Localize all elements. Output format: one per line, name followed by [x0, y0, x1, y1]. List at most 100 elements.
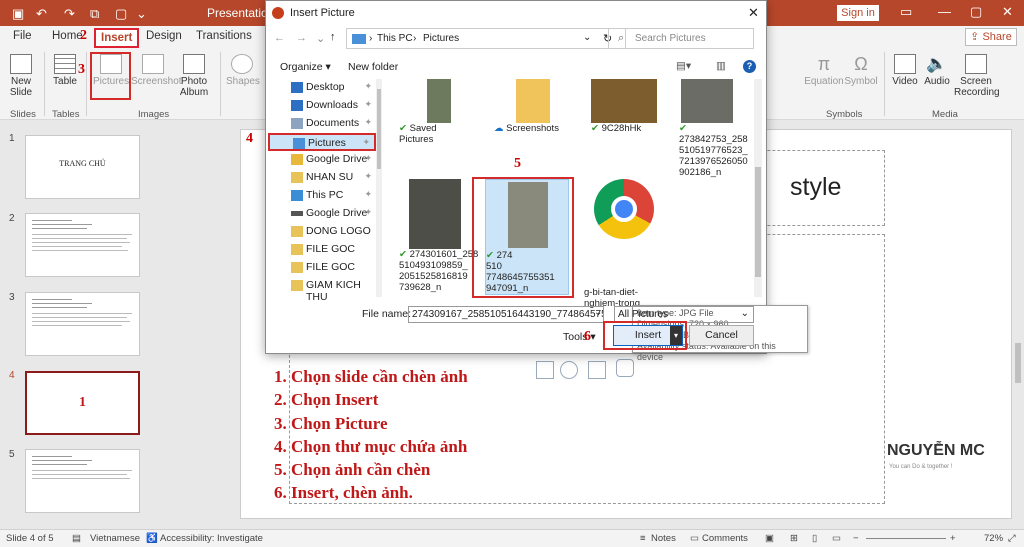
- insert-picture-icon[interactable]: [536, 361, 554, 379]
- slideshow-icon[interactable]: ▭: [832, 533, 841, 544]
- image-9c28hhk[interactable]: ✔ 9C28hHk: [591, 79, 671, 134]
- image-273842753[interactable]: ✔ 273842753_258 510519776523_ 7213976526…: [679, 79, 757, 178]
- shapes-button[interactable]: Shapes: [226, 54, 260, 87]
- nav-item-downloads[interactable]: Downloads ✦: [268, 97, 376, 115]
- dialog-close-icon[interactable]: ✕: [748, 5, 759, 21]
- nav-scroll-thumb[interactable]: [377, 89, 381, 169]
- up-icon[interactable]: ↑: [330, 31, 336, 43]
- new-folder-button[interactable]: New folder: [348, 61, 398, 73]
- insert-dropdown-icon[interactable]: ▾: [670, 326, 682, 345]
- nav-item-google-drive-2[interactable]: Google Drive ✦: [268, 205, 376, 223]
- pin-icon: ✦: [364, 153, 372, 163]
- share-button[interactable]: ⇪ Share: [965, 28, 1017, 46]
- vertical-scrollbar[interactable]: [1015, 343, 1021, 383]
- folder-saved-pictures[interactable]: ✔ Saved Pictures: [399, 79, 469, 145]
- nav-item-desktop[interactable]: Desktop ✦: [268, 79, 376, 97]
- image-chrome[interactable]: g-bi-tan-diet- nghiem-trong: [584, 179, 666, 309]
- organize-button[interactable]: Organize ▾: [280, 61, 331, 73]
- screenshot-button[interactable]: Screenshot: [131, 54, 182, 87]
- tab-file[interactable]: File: [13, 30, 32, 42]
- slide-thumbnail-5[interactable]: [25, 449, 140, 513]
- slide-thumbnail-2[interactable]: [25, 213, 140, 277]
- nav-item-file-goc-2[interactable]: FILE GOC: [268, 259, 376, 277]
- zoom-in-icon[interactable]: +: [950, 533, 956, 544]
- accessibility-status[interactable]: Accessibility: Investigate: [160, 533, 263, 544]
- nav-item-documents[interactable]: Documents ✦: [268, 115, 376, 133]
- table-button[interactable]: Table: [50, 54, 80, 87]
- back-icon[interactable]: ←: [274, 32, 285, 44]
- online-picture-icon[interactable]: [560, 361, 578, 379]
- new-file-icon[interactable]: ▢: [115, 6, 127, 22]
- comments-button[interactable]: Comments: [702, 533, 748, 544]
- nav-scrollbar[interactable]: [376, 79, 382, 297]
- video-placeholder-icon[interactable]: [588, 361, 606, 379]
- tab-insert[interactable]: Insert: [94, 28, 140, 48]
- breadcrumb-this-pc[interactable]: This PC: [377, 33, 413, 44]
- nav-item-this-pc[interactable]: This PC ✦: [268, 187, 376, 205]
- screen-recording-button[interactable]: Screen Recording: [954, 54, 1000, 98]
- nav-item-pictures[interactable]: Pictures ✦: [268, 133, 376, 151]
- tab-transitions[interactable]: Transitions: [196, 30, 252, 42]
- folder-screenshots[interactable]: ☁ Screenshots: [494, 79, 574, 134]
- insert-button[interactable]: Insert ▾: [613, 325, 683, 346]
- annotation-box-selected-image: [472, 177, 574, 298]
- file-name-dropdown-icon[interactable]: ⌄: [594, 307, 602, 318]
- cancel-button[interactable]: Cancel: [689, 325, 754, 346]
- recent-dropdown-icon[interactable]: ⌄: [316, 32, 325, 45]
- close-icon[interactable]: ✕: [1002, 4, 1013, 20]
- tab-design[interactable]: Design: [146, 30, 182, 42]
- video-button[interactable]: Video: [890, 54, 920, 87]
- address-dropdown-icon[interactable]: ⌄: [583, 32, 591, 43]
- audio-button[interactable]: 🔈 Audio: [922, 54, 952, 87]
- language-indicator[interactable]: Vietnamese: [90, 533, 140, 544]
- tab-home[interactable]: Home: [52, 30, 83, 42]
- reading-view-icon[interactable]: ▯: [812, 533, 817, 544]
- ribbon-options-icon[interactable]: ▭: [900, 4, 912, 20]
- forward-icon[interactable]: →: [296, 32, 307, 44]
- present-icon[interactable]: ⧉: [90, 6, 99, 22]
- maximize-icon[interactable]: ▢: [970, 4, 982, 20]
- image-274301601[interactable]: ✔ 274301601_258 510493109859_ 2051525816…: [399, 179, 479, 293]
- file-list-scrollbar[interactable]: [754, 79, 762, 297]
- equation-button[interactable]: π Equation: [804, 54, 844, 87]
- slide-sorter-icon[interactable]: ⊞: [790, 533, 798, 544]
- file-list-scroll-thumb[interactable]: [755, 167, 761, 277]
- sync-check-icon: ✔: [399, 249, 410, 260]
- icons-placeholder-icon[interactable]: [616, 359, 634, 377]
- notes-button[interactable]: Notes: [651, 533, 676, 544]
- slide-thumbnail-1[interactable]: TRANG CHỦ: [25, 135, 140, 199]
- fit-slide-icon[interactable]: ⤢: [1008, 533, 1016, 544]
- slide-thumbnail-3[interactable]: [25, 292, 140, 356]
- photo-album-button[interactable]: Photo Album: [176, 54, 212, 98]
- pictures-button[interactable]: Pictures: [93, 54, 129, 87]
- nav-item-google-drive[interactable]: Google Drive ✦: [268, 151, 376, 169]
- minimize-icon[interactable]: —: [938, 4, 951, 19]
- image-thumbnail: [681, 79, 733, 123]
- pin-icon: ✦: [364, 207, 372, 217]
- search-box[interactable]: ⌕ Search Pictures: [608, 28, 754, 49]
- slide-thumbnail-4[interactable]: 1: [25, 371, 140, 435]
- preview-pane-icon[interactable]: ▥: [716, 60, 726, 72]
- customize-icon[interactable]: ⌄: [136, 6, 147, 22]
- normal-view-icon[interactable]: ▣: [765, 533, 774, 544]
- file-name-input[interactable]: 274309167_258510516443190_77486457553519: [408, 306, 604, 323]
- redo-icon[interactable]: ↷: [64, 6, 75, 22]
- address-bar[interactable]: › This PC › Pictures ⌄ ↻: [346, 28, 626, 49]
- help-icon[interactable]: ?: [743, 60, 756, 73]
- zoom-level[interactable]: 72%: [984, 533, 1003, 544]
- new-slide-button[interactable]: New Slide: [6, 54, 36, 98]
- nav-item-file-goc[interactable]: FILE GOC: [268, 241, 376, 259]
- undo-icon[interactable]: ↶: [36, 6, 47, 22]
- powerpoint-icon: [272, 7, 284, 19]
- save-icon[interactable]: ▣: [12, 6, 24, 22]
- zoom-out-icon[interactable]: −: [853, 533, 859, 544]
- zoom-slider[interactable]: [866, 538, 946, 539]
- nav-item-dong-logo[interactable]: DONG LOGO: [268, 223, 376, 241]
- sign-in-button[interactable]: Sign in: [837, 5, 879, 21]
- spellcheck-icon[interactable]: ▤: [72, 533, 81, 544]
- symbol-button[interactable]: Ω Symbol: [844, 54, 878, 87]
- nav-item-giam-kich-thuoc[interactable]: GIAM KICH THU: [268, 277, 376, 303]
- breadcrumb-pictures[interactable]: Pictures: [423, 33, 459, 44]
- nav-item-nhan-su[interactable]: NHAN SU ✦: [268, 169, 376, 187]
- view-options-icon[interactable]: ▤▾: [676, 60, 691, 72]
